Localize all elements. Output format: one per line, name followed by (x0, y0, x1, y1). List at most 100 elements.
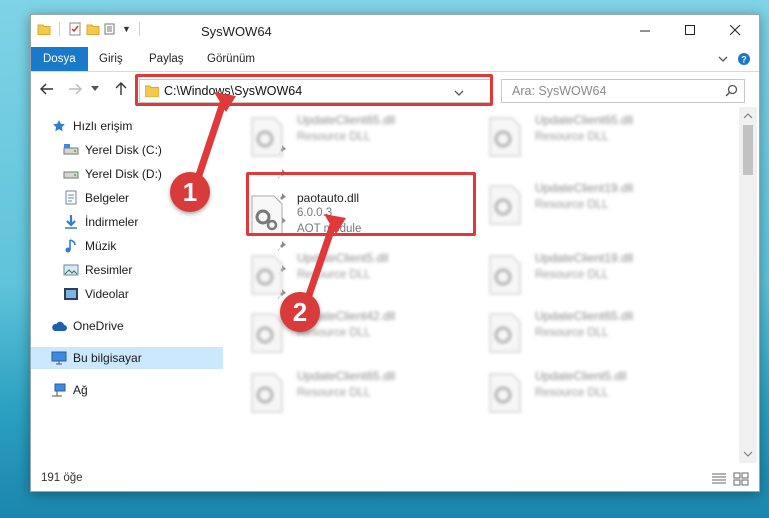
close-button[interactable] (713, 15, 758, 45)
download-icon (63, 214, 79, 230)
navigation-pane: Hızlı erişim Yerel Disk (C:) Yerel Disk … (31, 107, 286, 463)
file-description: Resource DLL (535, 327, 609, 339)
list-item[interactable]: UpdateClient65.dll Resource DLL (479, 303, 707, 359)
vertical-scrollbar[interactable] (739, 107, 757, 463)
list-item[interactable]: UpdateClient42.dll Resource DLL (241, 303, 469, 359)
network-icon (51, 382, 67, 398)
up-button[interactable] (111, 79, 131, 99)
file-description: Resource DLL (535, 269, 609, 281)
computer-icon (51, 350, 67, 366)
sidebar-item-label: Yerel Disk (C:) (85, 143, 162, 157)
tab-gorunum[interactable]: Görünüm (195, 47, 267, 71)
large-icons-view-icon[interactable] (733, 472, 749, 486)
window-title: SysWOW64 (201, 24, 272, 39)
sidebar-item-label: Videolar (85, 287, 129, 301)
file-name: UpdateClient5.dll (297, 251, 389, 265)
forward-button[interactable] (65, 79, 85, 99)
file-name: UpdateClient65.dll (535, 113, 634, 127)
pictures-icon (63, 262, 79, 278)
properties-icon[interactable] (68, 22, 82, 36)
documents-icon (63, 190, 79, 206)
callout-badge-2: 2 (280, 292, 320, 332)
recent-locations-button[interactable] (89, 79, 101, 99)
new-folder-icon[interactable] (86, 22, 100, 36)
music-icon (63, 238, 79, 254)
sidebar-item-label: İndirmeler (85, 215, 139, 229)
sidebar-item-label: Belgeler (85, 191, 130, 205)
sidebar-item-disk-d[interactable]: Yerel Disk (D:) (31, 163, 286, 185)
quick-access-toolbar: ▼ (37, 22, 144, 36)
dll-file-icon (487, 313, 523, 358)
divider (59, 22, 60, 36)
tab-dosya[interactable]: Dosya (31, 47, 88, 71)
sidebar-item-music[interactable]: Müzik (31, 235, 286, 257)
sidebar-item-onedrive[interactable]: OneDrive (31, 315, 247, 337)
drive-icon (63, 166, 79, 182)
file-description: Resource DLL (535, 387, 609, 399)
list-item[interactable]: UpdateClient5.dll Resource DLL (241, 245, 469, 301)
file-name: UpdateClient65.dll (297, 113, 396, 127)
dll-file-icon (487, 117, 523, 162)
videos-icon (63, 286, 79, 302)
chevron-down-icon[interactable]: ▼ (122, 24, 131, 34)
list-item[interactable]: UpdateClient65.dll Resource DLL (241, 107, 469, 163)
dll-file-icon (249, 117, 285, 162)
file-description: Resource DLL (297, 269, 371, 281)
scroll-down-icon[interactable] (739, 449, 757, 459)
dll-file-icon (487, 185, 523, 230)
maximize-button[interactable] (668, 15, 713, 45)
list-item[interactable]: UpdateClient65.dll Resource DLL (241, 363, 469, 419)
expand-ribbon-icon[interactable] (717, 52, 729, 70)
sidebar-item-label: Yerel Disk (D:) (85, 167, 162, 181)
tab-paylas[interactable]: Paylaş (137, 47, 196, 71)
status-bar: 191 öğe (31, 467, 759, 491)
star-icon (51, 118, 67, 134)
file-description: Resource DLL (535, 199, 609, 211)
file-name: UpdateClient19.dll (535, 181, 634, 195)
search-box[interactable]: Ara: SysWOW64 (501, 79, 745, 103)
file-name: UpdateClient19.dll (535, 251, 634, 265)
folder-icon (37, 22, 51, 36)
cloud-icon (51, 318, 67, 334)
sidebar-item-pictures[interactable]: Resimler (31, 259, 286, 281)
minimize-button[interactable] (623, 15, 668, 45)
tab-giris[interactable]: Giriş (87, 47, 135, 71)
sidebar-item-documents[interactable]: Belgeler (31, 187, 286, 209)
search-placeholder[interactable]: Ara: SysWOW64 (512, 84, 606, 98)
callout-badge-1: 1 (170, 172, 210, 212)
file-name: UpdateClient5.dll (535, 369, 627, 383)
list-item[interactable]: UpdateClient19.dll Resource DLL (479, 245, 707, 301)
file-description: Resource DLL (297, 131, 371, 143)
list-item[interactable]: UpdateClient65.dll Resource DLL (479, 107, 707, 163)
sidebar-item-label: OneDrive (73, 319, 124, 333)
sidebar-item-videos[interactable]: Videolar (31, 283, 286, 305)
file-list: UpdateClient65.dll Resource DLL paotauto… (241, 107, 741, 463)
file-highlight-box (246, 172, 476, 236)
sidebar-item-downloads[interactable]: İndirmeler (31, 211, 286, 233)
sidebar-item-network[interactable]: Ağ (31, 379, 247, 401)
sidebar-item-label: Resimler (85, 263, 133, 277)
drive-icon (63, 142, 79, 158)
address-highlight-box (135, 74, 493, 106)
sidebar-item-this-pc[interactable]: Bu bilgisayar (31, 347, 223, 369)
sidebar-item-label: Müzik (85, 239, 117, 253)
divider (138, 22, 140, 36)
sidebar-item-label: Bu bilgisayar (73, 351, 142, 365)
customize-qat-icon[interactable] (104, 22, 118, 36)
help-icon[interactable]: ? (737, 52, 751, 71)
file-description: Resource DLL (297, 387, 371, 399)
sidebar-item-disk-c[interactable]: Yerel Disk (C:) (31, 139, 286, 161)
svg-text:?: ? (741, 55, 747, 65)
dll-file-icon (487, 255, 523, 300)
search-icon[interactable] (725, 84, 738, 102)
scrollbar-thumb[interactable] (743, 125, 753, 175)
list-item[interactable]: UpdateClient5.dll Resource DLL (479, 363, 707, 419)
dll-file-icon (249, 313, 285, 358)
details-view-icon[interactable] (711, 472, 727, 486)
scroll-up-icon[interactable] (739, 111, 757, 121)
list-item[interactable]: UpdateClient19.dll Resource DLL (479, 175, 707, 231)
sidebar-item-quick-access[interactable]: Hızlı erişim (31, 115, 247, 137)
title-bar: ▼ SysWOW64 (31, 15, 759, 47)
file-name: UpdateClient65.dll (535, 309, 634, 323)
back-button[interactable] (37, 79, 57, 99)
